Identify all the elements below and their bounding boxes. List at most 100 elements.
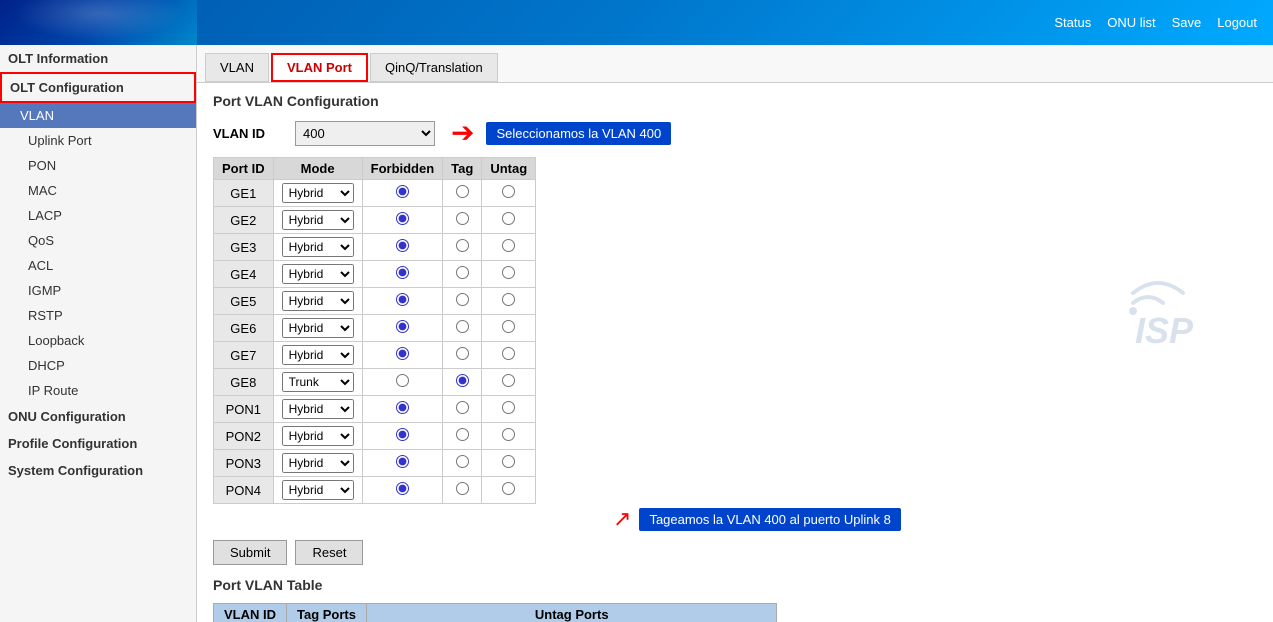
untag-radio[interactable] (502, 374, 515, 387)
save-link[interactable]: Save (1172, 15, 1202, 30)
tag-radio[interactable] (456, 239, 469, 252)
sidebar-item-qos[interactable]: QoS (0, 228, 196, 253)
tag-cell[interactable] (443, 342, 482, 369)
tag-cell[interactable] (443, 288, 482, 315)
mode-select[interactable]: HybridTrunkAccess (282, 237, 354, 257)
untag-cell[interactable] (482, 288, 536, 315)
mode-select[interactable]: HybridTrunkAccess (282, 183, 354, 203)
untag-cell[interactable] (482, 450, 536, 477)
sidebar-item-loopback[interactable]: Loopback (0, 328, 196, 353)
tag-radio[interactable] (456, 320, 469, 333)
untag-cell[interactable] (482, 342, 536, 369)
untag-cell[interactable] (482, 315, 536, 342)
sidebar-item-lacp[interactable]: LACP (0, 203, 196, 228)
mode-cell[interactable]: HybridTrunkAccess (273, 477, 362, 504)
tag-radio[interactable] (456, 293, 469, 306)
mode-cell[interactable]: HybridTrunkAccess (273, 234, 362, 261)
vlan-id-select[interactable]: 1 400 500 (295, 121, 435, 146)
sidebar-item-onu-configuration[interactable]: ONU Configuration (0, 403, 196, 430)
forbidden-cell[interactable] (362, 450, 443, 477)
tab-vlan-port[interactable]: VLAN Port (271, 53, 368, 82)
tab-qinq[interactable]: QinQ/Translation (370, 53, 498, 82)
mode-cell[interactable]: HybridTrunkAccess (273, 369, 362, 396)
forbidden-radio[interactable] (396, 482, 409, 495)
forbidden-cell[interactable] (362, 234, 443, 261)
forbidden-radio[interactable] (396, 266, 409, 279)
mode-select[interactable]: HybridTrunkAccess (282, 426, 354, 446)
mode-select[interactable]: HybridTrunkAccess (282, 399, 354, 419)
forbidden-cell[interactable] (362, 180, 443, 207)
tag-cell[interactable] (443, 369, 482, 396)
sidebar-item-pon[interactable]: PON (0, 153, 196, 178)
mode-cell[interactable]: HybridTrunkAccess (273, 450, 362, 477)
forbidden-radio[interactable] (396, 185, 409, 198)
untag-cell[interactable] (482, 369, 536, 396)
tag-radio[interactable] (456, 212, 469, 225)
mode-select[interactable]: HybridTrunkAccess (282, 480, 354, 500)
untag-radio[interactable] (502, 347, 515, 360)
untag-cell[interactable] (482, 261, 536, 288)
tag-cell[interactable] (443, 423, 482, 450)
forbidden-radio[interactable] (396, 455, 409, 468)
mode-select[interactable]: HybridTrunkAccess (282, 372, 354, 392)
tag-cell[interactable] (443, 477, 482, 504)
untag-radio[interactable] (502, 401, 515, 414)
tag-radio[interactable] (456, 455, 469, 468)
mode-cell[interactable]: HybridTrunkAccess (273, 207, 362, 234)
sidebar-item-igmp[interactable]: IGMP (0, 278, 196, 303)
mode-cell[interactable]: HybridTrunkAccess (273, 423, 362, 450)
forbidden-radio[interactable] (396, 347, 409, 360)
tag-radio[interactable] (456, 185, 469, 198)
forbidden-radio[interactable] (396, 428, 409, 441)
tag-radio[interactable] (456, 401, 469, 414)
untag-cell[interactable] (482, 477, 536, 504)
untag-radio[interactable] (502, 239, 515, 252)
sidebar-item-system-configuration[interactable]: System Configuration (0, 457, 196, 484)
untag-radio[interactable] (502, 212, 515, 225)
mode-cell[interactable]: HybridTrunkAccess (273, 288, 362, 315)
forbidden-radio[interactable] (396, 293, 409, 306)
forbidden-radio[interactable] (396, 239, 409, 252)
forbidden-cell[interactable] (362, 477, 443, 504)
tab-vlan[interactable]: VLAN (205, 53, 269, 82)
onu-list-link[interactable]: ONU list (1107, 15, 1155, 30)
sidebar-item-rstp[interactable]: RSTP (0, 303, 196, 328)
sidebar-item-olt-information[interactable]: OLT Information (0, 45, 196, 72)
mode-select[interactable]: HybridTrunkAccess (282, 264, 354, 284)
forbidden-cell[interactable] (362, 342, 443, 369)
status-link[interactable]: Status (1054, 15, 1091, 30)
tag-radio[interactable] (456, 428, 469, 441)
sidebar-item-dhcp[interactable]: DHCP (0, 353, 196, 378)
logout-link[interactable]: Logout (1217, 15, 1257, 30)
sidebar-item-uplink-port[interactable]: Uplink Port (0, 128, 196, 153)
tag-radio[interactable] (456, 347, 469, 360)
tag-cell[interactable] (443, 315, 482, 342)
tag-cell[interactable] (443, 234, 482, 261)
forbidden-cell[interactable] (362, 261, 443, 288)
sidebar-item-acl[interactable]: ACL (0, 253, 196, 278)
tag-cell[interactable] (443, 180, 482, 207)
untag-radio[interactable] (502, 428, 515, 441)
untag-cell[interactable] (482, 180, 536, 207)
untag-radio[interactable] (502, 482, 515, 495)
forbidden-radio[interactable] (396, 374, 409, 387)
forbidden-cell[interactable] (362, 315, 443, 342)
mode-cell[interactable]: HybridTrunkAccess (273, 342, 362, 369)
untag-radio[interactable] (502, 266, 515, 279)
mode-cell[interactable]: HybridTrunkAccess (273, 261, 362, 288)
tag-cell[interactable] (443, 207, 482, 234)
tag-cell[interactable] (443, 261, 482, 288)
mode-cell[interactable]: HybridTrunkAccess (273, 396, 362, 423)
tag-radio[interactable] (456, 482, 469, 495)
mode-cell[interactable]: HybridTrunkAccess (273, 315, 362, 342)
sidebar-item-ip-route[interactable]: IP Route (0, 378, 196, 403)
mode-select[interactable]: HybridTrunkAccess (282, 318, 354, 338)
mode-select[interactable]: HybridTrunkAccess (282, 210, 354, 230)
sidebar-item-mac[interactable]: MAC (0, 178, 196, 203)
untag-cell[interactable] (482, 423, 536, 450)
tag-cell[interactable] (443, 450, 482, 477)
sidebar-item-vlan[interactable]: VLAN (0, 103, 196, 128)
untag-cell[interactable] (482, 234, 536, 261)
forbidden-cell[interactable] (362, 423, 443, 450)
submit-button[interactable]: Submit (213, 540, 287, 565)
